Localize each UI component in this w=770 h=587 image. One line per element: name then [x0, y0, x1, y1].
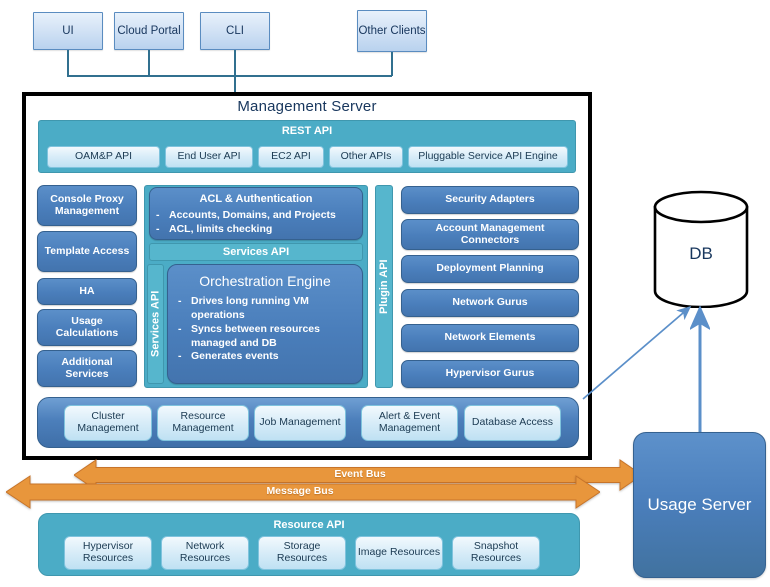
client-label: Cloud Portal	[117, 24, 181, 37]
resource-box-snapshot-resources[interactable]: Snapshot Resources	[452, 536, 540, 570]
bullet-dash: -	[156, 222, 160, 235]
plugin-box-network-gurus[interactable]: Network Gurus	[401, 289, 579, 317]
rest-api-label: REST API	[281, 124, 333, 137]
service-box-template-access[interactable]: Template Access	[37, 231, 137, 272]
orchestration-engine-box[interactable]: Orchestration Engine - Drives long runnin…	[167, 264, 363, 384]
acl-authentication-box[interactable]: ACL & Authentication - Accounts, Domains,…	[149, 187, 363, 240]
service-box-ha[interactable]: HA	[37, 278, 137, 305]
rest-api-item-end-user[interactable]: End User API	[165, 146, 253, 168]
plugin-box-network-elements[interactable]: Network Elements	[401, 324, 579, 352]
client-box-ui[interactable]: UI	[33, 12, 103, 50]
orchestration-engine-title: Orchestration Engine	[199, 273, 331, 290]
database-label: DB	[689, 244, 713, 264]
plugin-box-hypervisor-gurus[interactable]: Hypervisor Gurus	[401, 360, 579, 388]
arrow-usage-server-to-db	[690, 305, 710, 432]
acl-authentication-bullets: - Accounts, Domains, and Projects - ACL, l…	[156, 209, 336, 235]
bullet-dash: -	[178, 350, 182, 363]
rest-api-item-oamp[interactable]: OAM&P API	[47, 146, 160, 168]
connector-cloud-portal	[148, 50, 150, 76]
client-box-cloud-portal[interactable]: Cloud Portal	[114, 12, 184, 50]
resource-api-label: Resource API	[273, 518, 345, 531]
service-box-additional-services[interactable]: Additional Services	[37, 350, 137, 387]
mgmt-box-cluster-management[interactable]: Cluster Management	[64, 405, 152, 441]
connector-horizontal-bus	[67, 75, 392, 77]
connector-cli	[234, 50, 236, 92]
resource-box-network-resources[interactable]: Network Resources	[161, 536, 249, 570]
client-label: UI	[62, 24, 74, 37]
message-bus-label: Message Bus	[266, 485, 334, 498]
resource-box-storage-resources[interactable]: Storage Resources	[258, 536, 346, 570]
acl-authentication-title: ACL & Authentication	[199, 193, 313, 206]
plugin-box-security-adapters[interactable]: Security Adapters	[401, 186, 579, 214]
services-api-vertical-strip: Services API	[147, 264, 164, 384]
usage-server-box[interactable]: Usage Server	[633, 432, 766, 578]
mgmt-box-database-access[interactable]: Database Access	[464, 405, 561, 441]
orchestration-engine-bullets: - Drives long running VM operations - Sync…	[178, 295, 320, 363]
connector-other-clients	[391, 52, 393, 76]
client-label: CLI	[226, 24, 244, 37]
mgmt-box-resource-management[interactable]: Resource Management	[157, 405, 249, 441]
resource-box-hypervisor-resources[interactable]: Hypervisor Resources	[64, 536, 152, 570]
client-box-cli[interactable]: CLI	[200, 12, 270, 50]
plugin-box-account-management-connectors[interactable]: Account Management Connectors	[401, 219, 579, 250]
arrow-management-server-to-db	[582, 306, 692, 400]
client-label: Other Clients	[358, 24, 426, 37]
rest-api-item-other-apis[interactable]: Other APIs	[329, 146, 403, 168]
bullet-dash: -	[178, 322, 182, 335]
service-box-usage-calculations[interactable]: Usage Calculations	[37, 309, 137, 346]
client-box-other-clients[interactable]: Other Clients	[357, 10, 427, 52]
service-box-console-proxy-management[interactable]: Console Proxy Management	[37, 185, 137, 226]
rest-api-item-ec2[interactable]: EC2 API	[258, 146, 324, 168]
mgmt-box-job-management[interactable]: Job Management	[254, 405, 346, 441]
usage-server-label: Usage Server	[647, 495, 752, 515]
plugin-api-vertical-strip: Plugin API	[375, 185, 393, 388]
resource-box-image-resources[interactable]: Image Resources	[355, 536, 443, 570]
management-server-title: Management Server	[237, 97, 377, 115]
mgmt-box-alert-event-management[interactable]: Alert & Event Management	[361, 405, 458, 441]
plugin-box-deployment-planning[interactable]: Deployment Planning	[401, 255, 579, 283]
services-api-bar: Services API	[149, 243, 363, 261]
bullet-dash: -	[178, 295, 182, 307]
rest-api-item-pluggable-engine[interactable]: Pluggable Service API Engine	[408, 146, 568, 168]
connector-ui	[67, 50, 69, 76]
bullet-dash: -	[156, 209, 160, 221]
